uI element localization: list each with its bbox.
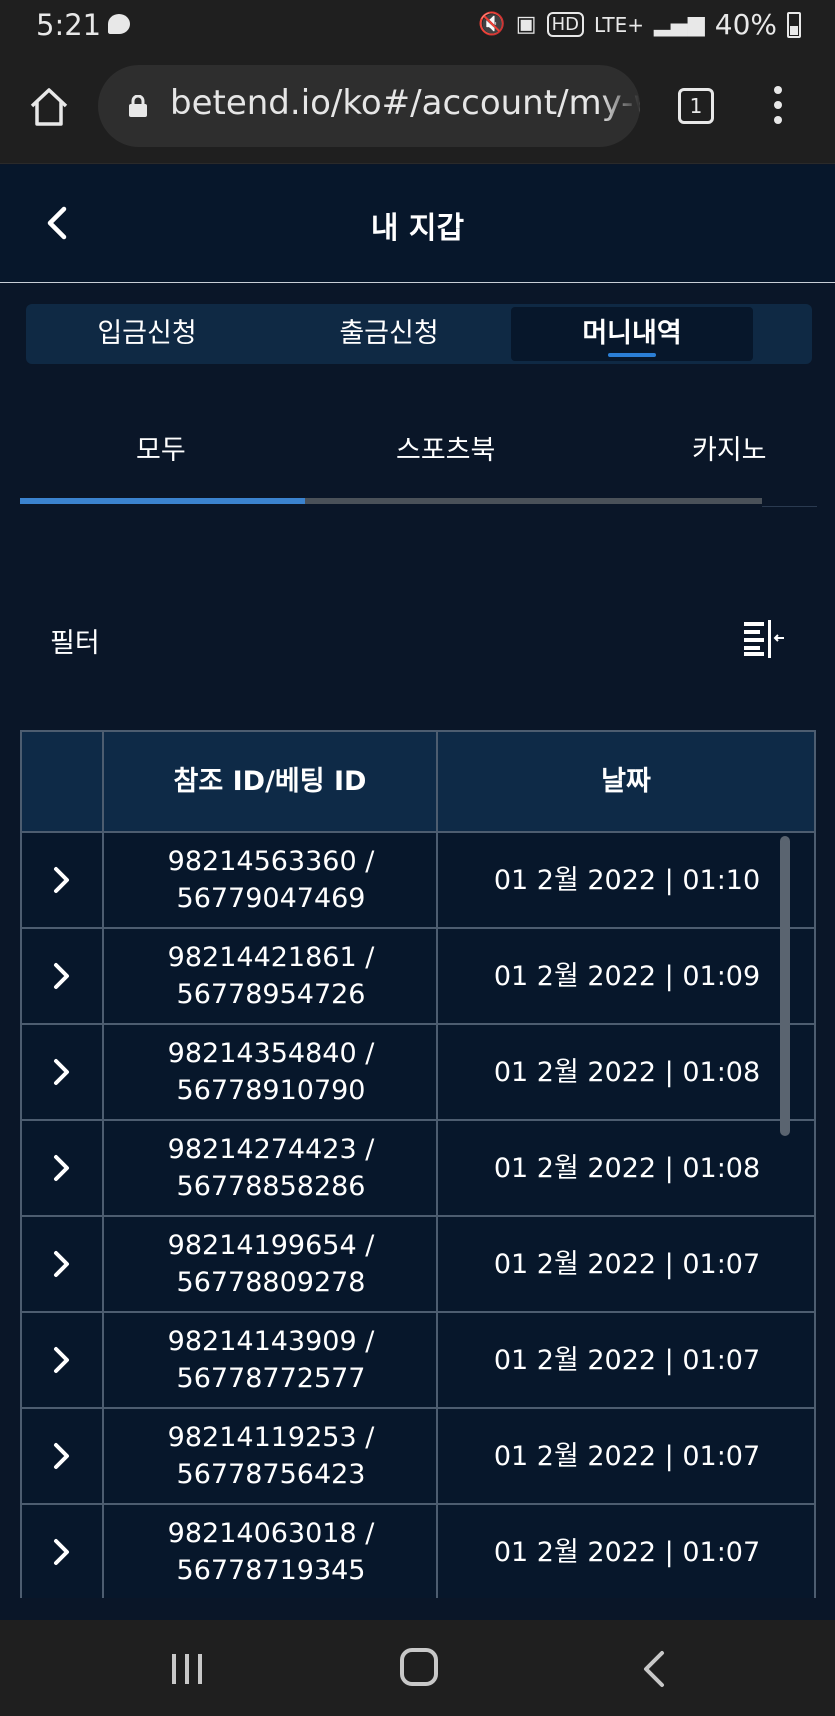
battery-icon (787, 11, 801, 38)
date-cell: 01 2월 2022 | 01:10 (493, 865, 761, 896)
transaction-ref-id: 98214274423 / (167, 1134, 375, 1165)
mute-icon: 🔇 (478, 12, 506, 37)
table-row[interactable]: 98214063018 / 56778719345 01 2월 2022 | 01:… (22, 1505, 814, 1598)
chevron-right-icon[interactable] (52, 1057, 72, 1087)
subtab-casino[interactable]: 카지노 (692, 428, 767, 467)
browser-toolbar: betend.io/ko#/account/my-w 1 (0, 52, 835, 164)
filter-label: 필터 (50, 628, 100, 659)
bet-id: 56778772577 (176, 1363, 366, 1394)
status-icons: 🔇 ▣ HD LTE+ ▂▄▆ 40% (478, 8, 801, 41)
transaction-ref-id: 98214421861 / (167, 942, 375, 973)
transaction-ref-id: 98214063018 / (167, 1518, 375, 1549)
subtab-all[interactable]: 모두 (136, 428, 186, 467)
tab-switcher-button[interactable]: 1 (678, 88, 714, 124)
bet-id: 56778809278 (176, 1267, 366, 1298)
chevron-right-icon[interactable] (52, 1441, 72, 1471)
bet-id: 56778719345 (176, 1555, 366, 1586)
app-header: 내 지갑 (0, 165, 835, 283)
lock-icon (129, 95, 147, 117)
table-row[interactable]: 98214199654 / 56778809278 01 2월 2022 | 01:… (22, 1217, 814, 1313)
divider (762, 506, 817, 507)
reference-id-cell: 98214421861 / 56778954726 (104, 939, 438, 1013)
table-row[interactable]: 98214354840 / 56778910790 01 2월 2022 | 01:… (22, 1025, 814, 1121)
date-cell: 01 2월 2022 | 01:07 (493, 1441, 761, 1472)
bet-id: 56778756423 (176, 1459, 366, 1490)
hd-icon: HD (546, 12, 584, 37)
chevron-right-icon[interactable] (52, 1153, 72, 1183)
table-row[interactable]: 98214143909 / 56778772577 01 2월 2022 | 01:… (22, 1313, 814, 1409)
transaction-ref-id: 98214563360 / (167, 846, 375, 877)
back-icon[interactable] (640, 1650, 666, 1688)
active-tab-indicator (608, 353, 656, 357)
table-scrollbar[interactable] (780, 836, 790, 1136)
bet-id: 56778954726 (176, 979, 366, 1010)
subtab-active-indicator (20, 498, 305, 504)
chevron-right-icon[interactable] (52, 961, 72, 991)
table-row[interactable]: 98214421861 / 56778954726 01 2월 2022 | 01:… (22, 929, 814, 1025)
date-cell: 01 2월 2022 | 01:09 (493, 961, 761, 992)
bet-id: 56778910790 (176, 1075, 366, 1106)
transaction-ref-id: 98214119253 / (167, 1422, 375, 1453)
chevron-right-icon[interactable] (52, 1249, 72, 1279)
table-row[interactable]: 98214563360 / 56779047469 01 2월 2022 | 01:… (22, 833, 814, 929)
table-body: 98214563360 / 56779047469 01 2월 2022 | 01:… (20, 833, 816, 1598)
date-cell: 01 2월 2022 | 01:07 (493, 1537, 761, 1568)
bet-id: 56778858286 (176, 1171, 366, 1202)
save-icon: ▣ (515, 12, 537, 37)
reference-id-cell: 98214274423 / 56778858286 (104, 1131, 438, 1205)
bet-id: 56779047469 (176, 883, 366, 914)
filter-toggle-icon[interactable] (742, 618, 786, 658)
tab-money-history[interactable]: 머니내역 (511, 307, 753, 361)
chevron-right-icon[interactable] (52, 1345, 72, 1375)
reference-id-cell: 98214199654 / 56778809278 (104, 1227, 438, 1301)
wallet-tabs: 입금신청 출금신청 머니내역 (26, 304, 812, 364)
tab-deposit[interactable]: 입금신청 (26, 307, 268, 361)
column-divider (102, 732, 104, 831)
recent-apps-icon[interactable] (170, 1652, 204, 1686)
column-divider (436, 732, 438, 831)
date-cell: 01 2월 2022 | 01:08 (493, 1057, 761, 1088)
url-fade (600, 65, 640, 147)
subtab-sportsbook[interactable]: 스포츠북 (396, 428, 495, 467)
table-header: 참조 ID/베팅 ID 날짜 (20, 730, 816, 833)
reference-id-cell: 98214143909 / 56778772577 (104, 1323, 438, 1397)
android-nav-bar (0, 1620, 835, 1716)
menu-dots-icon[interactable] (770, 86, 786, 130)
column-header-reference-id: 참조 ID/베팅 ID (173, 766, 367, 797)
date-cell: 01 2월 2022 | 01:07 (493, 1249, 761, 1280)
signal-icon: ▂▄▆ (654, 12, 705, 37)
url-field[interactable]: betend.io/ko#/account/my-w (98, 65, 640, 147)
column-header-date: 날짜 (601, 766, 651, 797)
home-icon[interactable] (28, 86, 70, 128)
date-cell: 01 2월 2022 | 01:08 (493, 1153, 761, 1184)
home-button-icon[interactable] (400, 1648, 438, 1686)
status-bar: 5:21 🔇 ▣ HD LTE+ ▂▄▆ 40% (0, 0, 835, 52)
table-row[interactable]: 98214274423 / 56778858286 01 2월 2022 | 01:… (22, 1121, 814, 1217)
url-text: betend.io/ko#/account/my-w (170, 83, 640, 123)
tab-withdraw[interactable]: 출금신청 (268, 307, 510, 361)
battery-percent: 40% (714, 8, 777, 41)
table-row[interactable]: 98214119253 / 56778756423 01 2월 2022 | 01:… (22, 1409, 814, 1505)
reference-id-cell: 98214063018 / 56778719345 (104, 1515, 438, 1589)
chevron-right-icon[interactable] (52, 1537, 72, 1567)
tab-money-history-label: 머니내역 (582, 318, 682, 349)
transaction-ref-id: 98214199654 / (167, 1230, 375, 1261)
network-type: LTE+ (594, 12, 644, 37)
transaction-ref-id: 98214354840 / (167, 1038, 375, 1069)
chevron-right-icon[interactable] (52, 865, 72, 895)
page-title: 내 지갑 (370, 211, 465, 246)
reference-id-cell: 98214354840 / 56778910790 (104, 1035, 438, 1109)
status-time: 5:21 (36, 8, 102, 42)
transaction-ref-id: 98214143909 / (167, 1326, 375, 1357)
reference-id-cell: 98214119253 / 56778756423 (104, 1419, 438, 1493)
date-cell: 01 2월 2022 | 01:07 (493, 1345, 761, 1376)
reference-id-cell: 98214563360 / 56779047469 (104, 843, 438, 917)
chat-bubble-icon (108, 14, 130, 34)
